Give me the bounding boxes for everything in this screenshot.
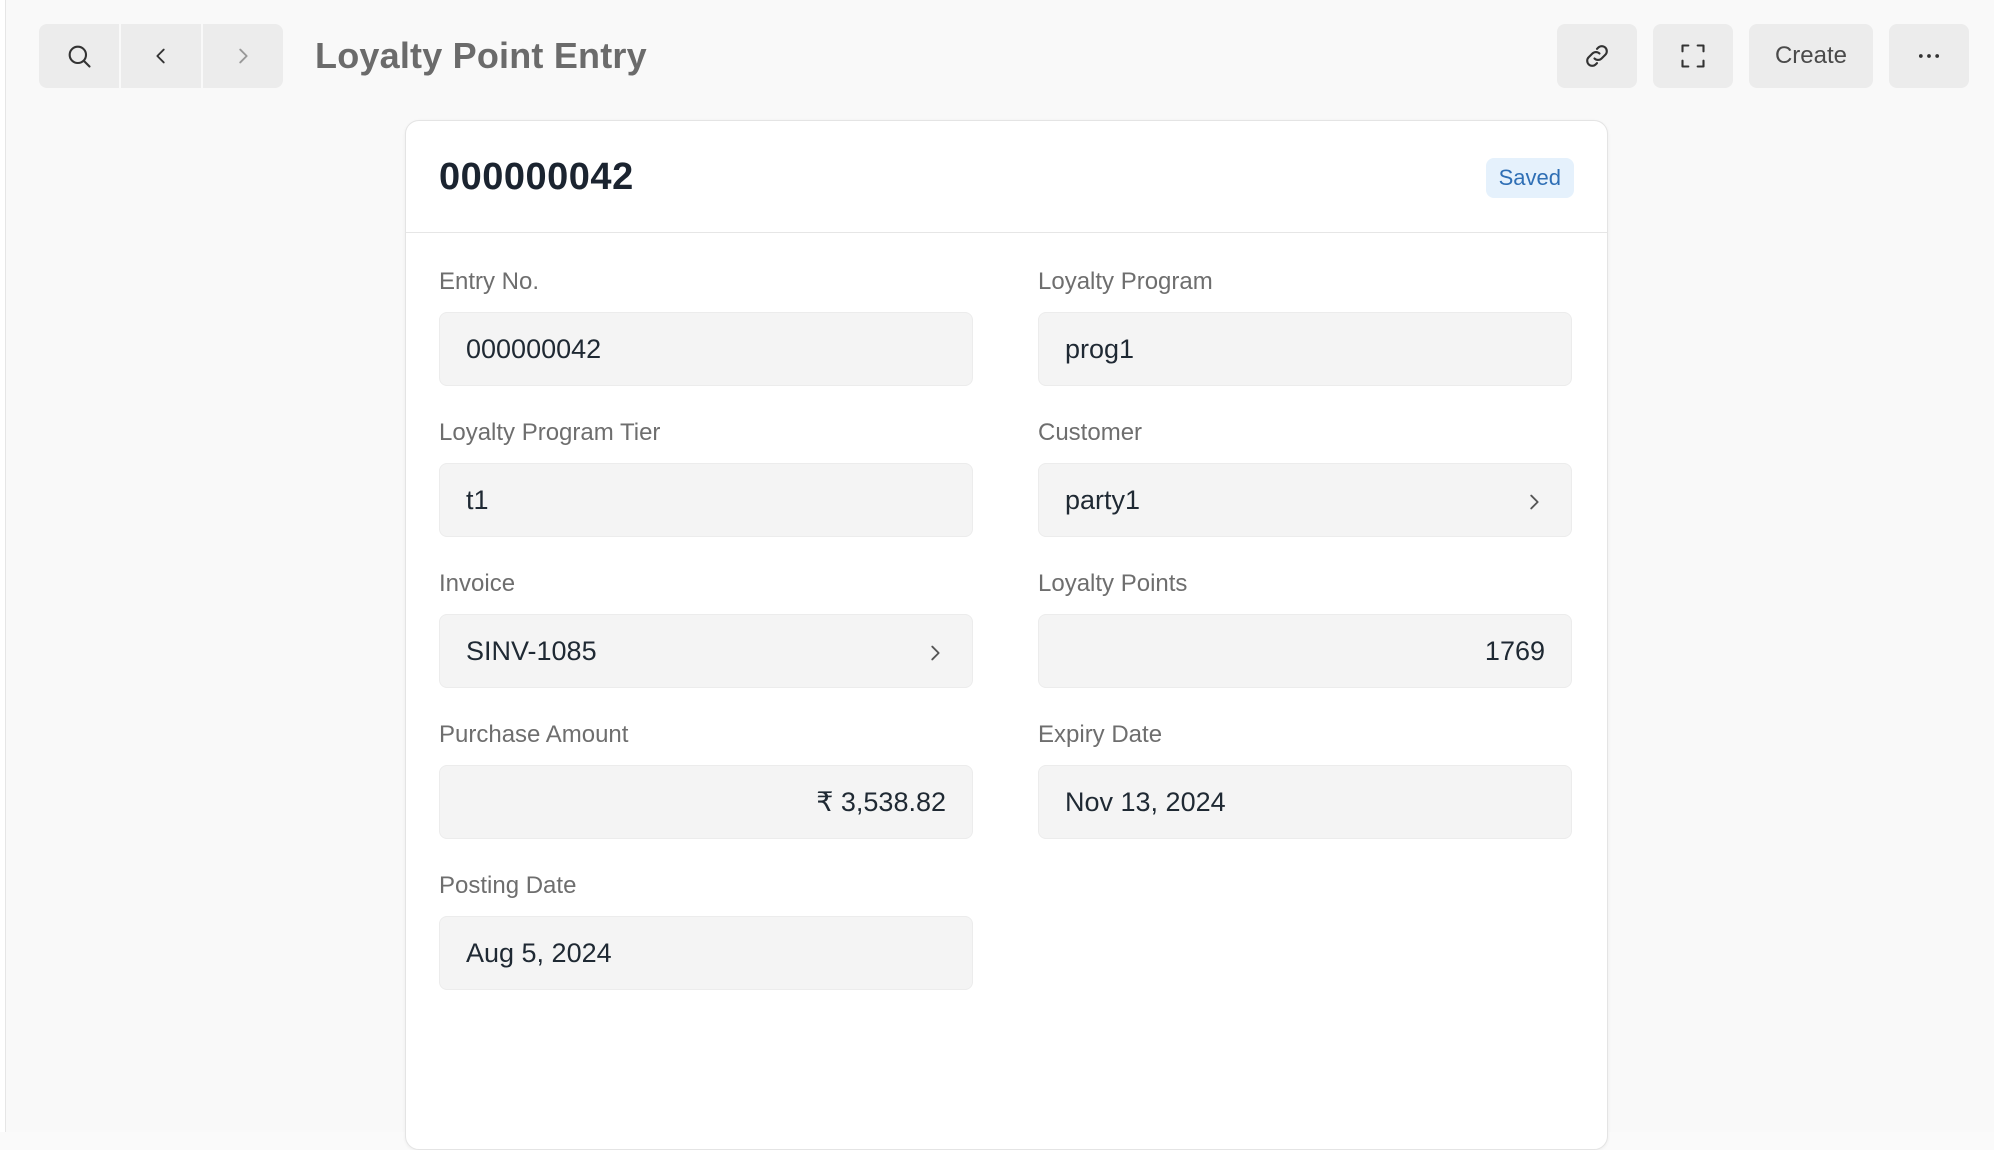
- app-container: Loyalty Point Entry Create 000000042 Sav…: [5, 0, 1994, 1150]
- search-button[interactable]: [39, 24, 119, 88]
- field-value: prog1: [1065, 333, 1135, 364]
- field-value: ₹ 3,538.82: [816, 786, 946, 817]
- field-label: Loyalty Points: [1038, 570, 1188, 597]
- loyalty-program-input[interactable]: prog1: [1038, 312, 1572, 386]
- invoice-link-field[interactable]: SINV-1085: [439, 614, 973, 688]
- chevron-right-icon[interactable]: [1523, 489, 1545, 511]
- field-loyalty-program: Loyalty Program prog1: [1038, 266, 1572, 386]
- field-value: SINV-1085: [466, 635, 597, 666]
- chevron-right-icon: [232, 45, 254, 67]
- customer-link-field[interactable]: party1: [1038, 463, 1572, 537]
- page-title: Loyalty Point Entry: [315, 35, 647, 76]
- field-label: Entry No.: [439, 268, 540, 295]
- field-loyalty-program-tier: Loyalty Program Tier t1: [439, 417, 973, 537]
- posting-date-input[interactable]: Aug 5, 2024: [439, 916, 973, 990]
- field-label: Loyalty Program: [1038, 268, 1213, 295]
- field-expiry-date: Expiry Date Nov 13, 2024: [1038, 719, 1572, 839]
- expiry-date-input[interactable]: Nov 13, 2024: [1038, 765, 1572, 839]
- field-label: Loyalty Program Tier: [439, 419, 661, 446]
- loyalty-program-tier-input[interactable]: t1: [439, 463, 973, 537]
- field-label: Posting Date: [439, 872, 577, 899]
- copy-link-button[interactable]: [1557, 24, 1637, 88]
- chevron-right-icon[interactable]: [924, 640, 946, 662]
- search-icon: [65, 42, 93, 70]
- loyalty-points-input[interactable]: 1769: [1038, 614, 1572, 688]
- create-button[interactable]: Create: [1749, 24, 1873, 88]
- document-name: 000000042: [439, 156, 634, 198]
- form-header: 000000042 Saved: [406, 121, 1607, 233]
- field-customer: Customer party1: [1038, 417, 1572, 537]
- field-label: Expiry Date: [1038, 721, 1163, 748]
- field-value: 1769: [1484, 635, 1545, 666]
- more-actions-button[interactable]: [1889, 24, 1969, 88]
- back-button[interactable]: [121, 24, 201, 88]
- field-invoice: Invoice SINV-1085: [439, 568, 973, 688]
- field-posting-date: Posting Date Aug 5, 2024: [439, 870, 973, 990]
- form-card: 000000042 Saved Entry No. 000000042 Loya…: [405, 120, 1608, 1150]
- chevron-left-icon: [150, 45, 172, 67]
- field-value: party1: [1065, 484, 1141, 515]
- field-label: Invoice: [439, 570, 516, 597]
- field-value: 000000042: [466, 333, 602, 364]
- field-purchase-amount: Purchase Amount ₹ 3,538.82: [439, 719, 973, 839]
- field-value: t1: [466, 484, 489, 515]
- field-entry-no: Entry No. 000000042: [439, 266, 973, 386]
- field-label: Customer: [1038, 419, 1143, 446]
- forward-button[interactable]: [203, 24, 283, 88]
- status-badge: Saved: [1485, 158, 1574, 198]
- link-icon: [1582, 41, 1612, 71]
- purchase-amount-input[interactable]: ₹ 3,538.82: [439, 765, 973, 839]
- field-loyalty-points: Loyalty Points 1769: [1038, 568, 1572, 688]
- fullscreen-icon: [1679, 42, 1707, 70]
- field-value: Nov 13, 2024: [1065, 786, 1226, 817]
- fullscreen-button[interactable]: [1653, 24, 1733, 88]
- ellipsis-icon: [1915, 42, 1943, 70]
- field-value: Aug 5, 2024: [466, 937, 612, 968]
- entry-no-input[interactable]: 000000042: [439, 312, 973, 386]
- field-label: Purchase Amount: [439, 721, 629, 748]
